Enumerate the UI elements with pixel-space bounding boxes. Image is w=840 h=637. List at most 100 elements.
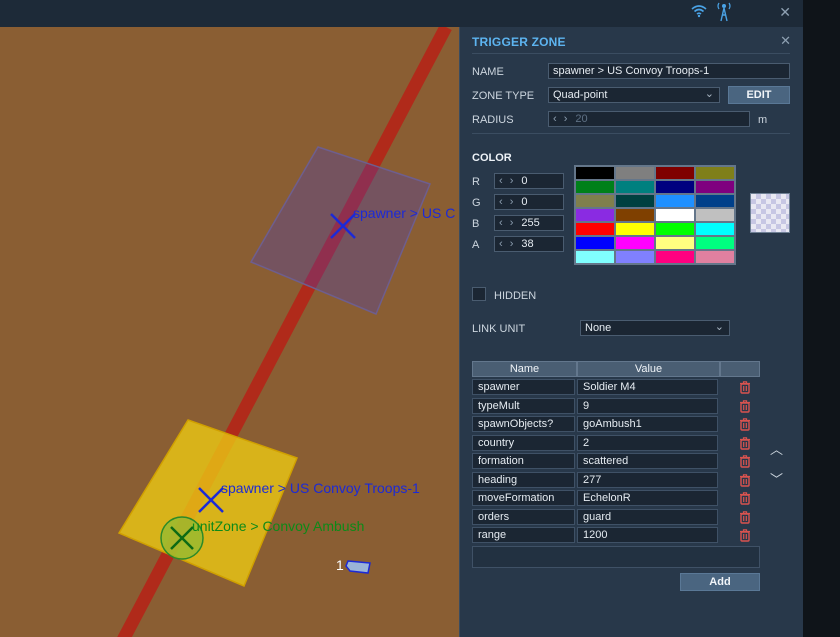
trigger-zone-1 — [249, 146, 432, 315]
radius-unit: m — [758, 114, 768, 126]
column-header-actions — [720, 361, 760, 377]
rgba-value: 255 — [521, 217, 540, 229]
table-row: range 1200 — [472, 526, 760, 544]
scroll-up-icon[interactable]: ︿ — [770, 439, 783, 458]
color-swatch[interactable] — [695, 250, 735, 264]
color-swatch[interactable] — [615, 166, 655, 180]
color-swatch[interactable] — [615, 222, 655, 236]
radius-field[interactable]: ‹ › 20 — [548, 111, 750, 127]
color-swatch[interactable] — [655, 194, 695, 208]
zone-type-label: ZONE TYPE — [472, 90, 535, 102]
color-swatch[interactable] — [655, 250, 695, 264]
color-swatch[interactable] — [695, 194, 735, 208]
row-name-cell[interactable]: orders — [472, 508, 575, 525]
row-name-cell[interactable]: range — [472, 527, 575, 543]
trash-icon[interactable] — [738, 436, 752, 450]
color-swatch[interactable] — [575, 236, 615, 250]
row-name-cell[interactable]: country — [472, 434, 575, 451]
window-close-icon[interactable]: ✕ — [779, 4, 791, 21]
color-swatch[interactable] — [695, 208, 735, 222]
color-swatch[interactable] — [655, 222, 695, 236]
trash-icon[interactable] — [738, 473, 752, 487]
stepper-arrows-icon: ‹ › — [499, 217, 516, 229]
row-value-cell[interactable]: guard — [577, 508, 718, 525]
row-value-cell[interactable]: 2 — [577, 434, 718, 451]
link-unit-value: None — [585, 322, 612, 334]
trash-icon[interactable] — [738, 380, 752, 394]
color-swatch[interactable] — [575, 222, 615, 236]
color-palette — [574, 165, 736, 265]
column-header-value: Value — [577, 361, 720, 377]
antenna-icon[interactable] — [717, 2, 731, 25]
wifi-icon[interactable] — [691, 4, 707, 21]
table-row: heading 277 — [472, 471, 760, 489]
link-unit-select[interactable]: None ⌄ — [580, 320, 730, 336]
top-bar: ✕ — [0, 0, 803, 27]
color-swatch[interactable] — [655, 166, 695, 180]
hidden-label: HIDDEN — [494, 290, 537, 302]
rgba-field[interactable]: ‹ › 38 — [494, 236, 564, 252]
row-value-cell[interactable]: 9 — [577, 397, 718, 414]
row-value-cell[interactable]: scattered — [577, 453, 718, 469]
trash-icon[interactable] — [738, 399, 752, 413]
color-swatch[interactable] — [575, 166, 615, 180]
scroll-down-icon[interactable]: ﹀ — [770, 469, 783, 488]
stepper-arrows-icon: ‹ › — [499, 196, 516, 208]
row-value-cell[interactable]: EchelonR — [577, 490, 718, 506]
row-name-cell[interactable]: formation — [472, 453, 575, 469]
color-swatch[interactable] — [655, 180, 695, 194]
trash-icon[interactable] — [738, 491, 752, 505]
zone1-label: spawner > US C — [353, 205, 456, 221]
row-value-cell[interactable]: goAmbush1 — [577, 416, 718, 432]
color-swatch[interactable] — [575, 208, 615, 222]
color-swatch[interactable] — [575, 194, 615, 208]
color-swatch[interactable] — [655, 208, 695, 222]
color-swatch[interactable] — [575, 250, 615, 264]
row-name-cell[interactable]: typeMult — [472, 397, 575, 414]
edit-button[interactable]: EDIT — [728, 86, 790, 104]
color-swatch[interactable] — [695, 236, 735, 250]
color-swatch[interactable] — [695, 166, 735, 180]
trash-icon[interactable] — [738, 510, 752, 524]
rgba-label: G — [472, 197, 481, 209]
trash-icon[interactable] — [738, 528, 752, 542]
row-name-cell[interactable]: spawnObjects? — [472, 416, 575, 432]
zone3-label: unitZone > Convoy Ambush — [192, 518, 365, 534]
divider — [472, 133, 790, 134]
color-swatch[interactable] — [575, 180, 615, 194]
map-view[interactable]: spawner > US C spawner > US Convoy Troop… — [0, 27, 459, 637]
row-value-cell[interactable]: 1200 — [577, 527, 718, 543]
trash-icon[interactable] — [738, 417, 752, 431]
color-swatch[interactable] — [695, 180, 735, 194]
rgba-field[interactable]: ‹ › 0 — [494, 194, 564, 210]
color-swatch[interactable] — [615, 180, 655, 194]
rgba-field[interactable]: ‹ › 255 — [494, 215, 564, 231]
table-row: moveFormation EchelonR — [472, 489, 760, 507]
trash-icon[interactable] — [738, 454, 752, 468]
table-row: orders guard — [472, 508, 760, 526]
panel-title: TRIGGER ZONE — [472, 35, 566, 49]
color-swatch[interactable] — [615, 194, 655, 208]
row-name-cell[interactable]: spawner — [472, 379, 575, 395]
unit-number: 1 — [336, 557, 344, 573]
name-field[interactable]: spawner > US Convoy Troops-1 — [548, 63, 790, 79]
hidden-checkbox[interactable] — [472, 287, 486, 301]
zone2-label: spawner > US Convoy Troops-1 — [221, 480, 420, 496]
add-button[interactable]: Add — [680, 573, 760, 591]
zone-type-select[interactable]: Quad-point ⌄ — [548, 87, 720, 103]
color-swatch[interactable] — [655, 236, 695, 250]
row-value-cell[interactable]: 277 — [577, 471, 718, 488]
rgba-value: 0 — [521, 175, 528, 187]
rgba-label: R — [472, 176, 480, 188]
rgba-field[interactable]: ‹ › 0 — [494, 173, 564, 189]
row-value-cell[interactable]: Soldier M4 — [577, 379, 718, 395]
color-swatch[interactable] — [615, 250, 655, 264]
color-swatch[interactable] — [695, 222, 735, 236]
color-swatch[interactable] — [615, 208, 655, 222]
table-empty-row — [472, 545, 760, 568]
panel-close-icon[interactable]: ✕ — [780, 33, 791, 49]
row-name-cell[interactable]: moveFormation — [472, 490, 575, 506]
color-swatch[interactable] — [615, 236, 655, 250]
name-label: NAME — [472, 66, 504, 78]
row-name-cell[interactable]: heading — [472, 471, 575, 488]
